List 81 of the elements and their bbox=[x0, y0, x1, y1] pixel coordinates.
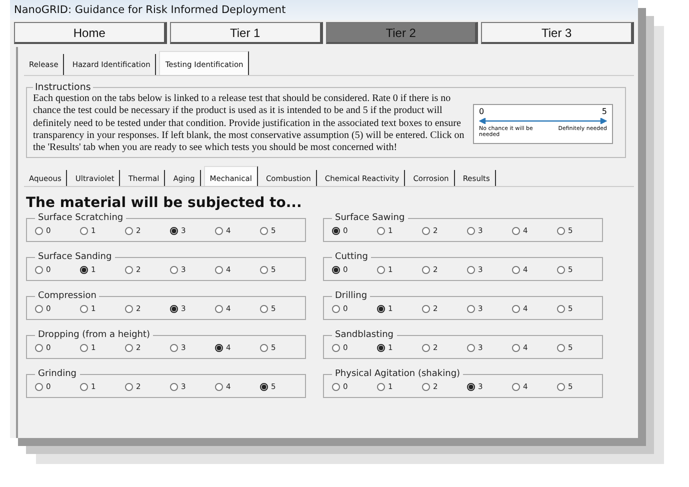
radio-button[interactable] bbox=[512, 304, 520, 313]
question-label: Cutting bbox=[334, 252, 369, 262]
radio-button[interactable] bbox=[467, 304, 475, 313]
radio-button[interactable] bbox=[215, 344, 223, 352]
question-label: Drilling bbox=[334, 291, 368, 302]
radio-button[interactable] bbox=[260, 304, 268, 313]
radio-button[interactable] bbox=[422, 266, 430, 274]
radio-button[interactable] bbox=[35, 382, 43, 391]
radio-button[interactable] bbox=[125, 266, 133, 274]
question-label: Surface Scratching bbox=[37, 213, 124, 224]
radio-button[interactable] bbox=[35, 226, 43, 235]
radio-button[interactable] bbox=[80, 226, 88, 235]
radio-button[interactable] bbox=[467, 226, 475, 235]
question-label: Physical Agitation (shaking) bbox=[334, 369, 462, 380]
radio-button[interactable] bbox=[512, 226, 520, 235]
radio-button[interactable] bbox=[215, 266, 223, 274]
tier-tab[interactable]: Tier 1 bbox=[170, 22, 322, 44]
radio-button[interactable] bbox=[215, 304, 223, 313]
instructions-text: Each question on the tabs below is linked to a release test that should be considered. Rate 0 if there is no chance the test could be necessary if the product is used as it is intended to be and 5 if the product will definitely need to be tested under that condition. Provide justification in the associated text boxes to ensure transparency in your responses. If left blank, the most conservative assumption (5) will be entered. Click on the 'Results' tab when you are ready to see which tests you should be most concerned with! bbox=[33, 93, 465, 154]
radio-button[interactable] bbox=[260, 226, 268, 235]
radio-button[interactable] bbox=[467, 382, 475, 391]
radio-button[interactable] bbox=[422, 382, 430, 391]
radio-button[interactable] bbox=[422, 344, 430, 352]
radio-button[interactable] bbox=[35, 344, 43, 352]
radio-button[interactable] bbox=[35, 266, 43, 274]
question-label: Grinding bbox=[37, 369, 78, 380]
radio-button[interactable] bbox=[512, 382, 520, 391]
radio-button[interactable] bbox=[467, 266, 475, 274]
radio-button[interactable] bbox=[377, 304, 385, 313]
radio-button[interactable] bbox=[170, 304, 178, 313]
radio-button[interactable] bbox=[80, 266, 88, 274]
radio-button[interactable] bbox=[80, 382, 88, 391]
radio-button[interactable] bbox=[377, 266, 385, 274]
radio-button[interactable] bbox=[557, 266, 565, 274]
radio-button[interactable] bbox=[80, 304, 88, 313]
radio-button[interactable] bbox=[215, 382, 223, 391]
radio-button[interactable] bbox=[260, 266, 268, 274]
radio-button[interactable] bbox=[422, 226, 430, 235]
radio-button[interactable] bbox=[557, 226, 565, 235]
tier-tab[interactable]: Home bbox=[14, 22, 167, 44]
radio-button[interactable] bbox=[170, 226, 178, 235]
panel-title: Instructions bbox=[34, 82, 92, 93]
radio-button[interactable] bbox=[377, 226, 385, 235]
window-title: NanoGRID: Guidance for Risk Informed Deployment bbox=[10, 0, 638, 20]
radio-button[interactable] bbox=[332, 344, 340, 352]
radio-button[interactable] bbox=[557, 304, 565, 313]
tier-tab[interactable]: Tier 2 bbox=[326, 22, 478, 44]
radio-button[interactable] bbox=[125, 382, 133, 391]
question-label: Dropping (from a height) bbox=[37, 330, 152, 340]
radio-button[interactable] bbox=[422, 304, 430, 313]
radio-button[interactable] bbox=[125, 304, 133, 313]
radio-button[interactable] bbox=[170, 382, 178, 391]
radio-button[interactable] bbox=[260, 382, 268, 391]
radio-button[interactable] bbox=[215, 226, 223, 235]
section-heading: The material will be subjected to... bbox=[26, 195, 303, 212]
radio-button[interactable] bbox=[170, 344, 178, 352]
scale-min: 0 bbox=[479, 106, 486, 118]
double-arrow-icon bbox=[479, 118, 607, 124]
radio-button[interactable] bbox=[512, 344, 520, 352]
tier-tab[interactable]: Tier 3 bbox=[481, 22, 634, 44]
radio-button[interactable] bbox=[377, 344, 385, 352]
radio-button[interactable] bbox=[35, 304, 43, 313]
radio-button[interactable] bbox=[557, 344, 565, 352]
question-label: Surface Sawing bbox=[334, 213, 406, 224]
scale-max: 5 bbox=[600, 106, 607, 118]
radio-button[interactable] bbox=[332, 226, 340, 235]
question-label: Sandblasting bbox=[334, 330, 395, 340]
radio-button[interactable] bbox=[332, 266, 340, 274]
radio-button[interactable] bbox=[170, 266, 178, 274]
radio-button[interactable] bbox=[512, 266, 520, 274]
radio-button[interactable] bbox=[80, 344, 88, 352]
question-label: Surface Sanding bbox=[37, 252, 113, 262]
radio-button[interactable] bbox=[557, 382, 565, 391]
question-label: Compression bbox=[37, 291, 98, 302]
radio-button[interactable] bbox=[332, 382, 340, 391]
radio-button[interactable] bbox=[377, 382, 385, 391]
radio-button[interactable] bbox=[260, 344, 268, 352]
radio-button[interactable] bbox=[332, 304, 340, 313]
radio-button[interactable] bbox=[125, 344, 133, 352]
radio-button[interactable] bbox=[467, 344, 475, 352]
radio-button[interactable] bbox=[125, 226, 133, 235]
